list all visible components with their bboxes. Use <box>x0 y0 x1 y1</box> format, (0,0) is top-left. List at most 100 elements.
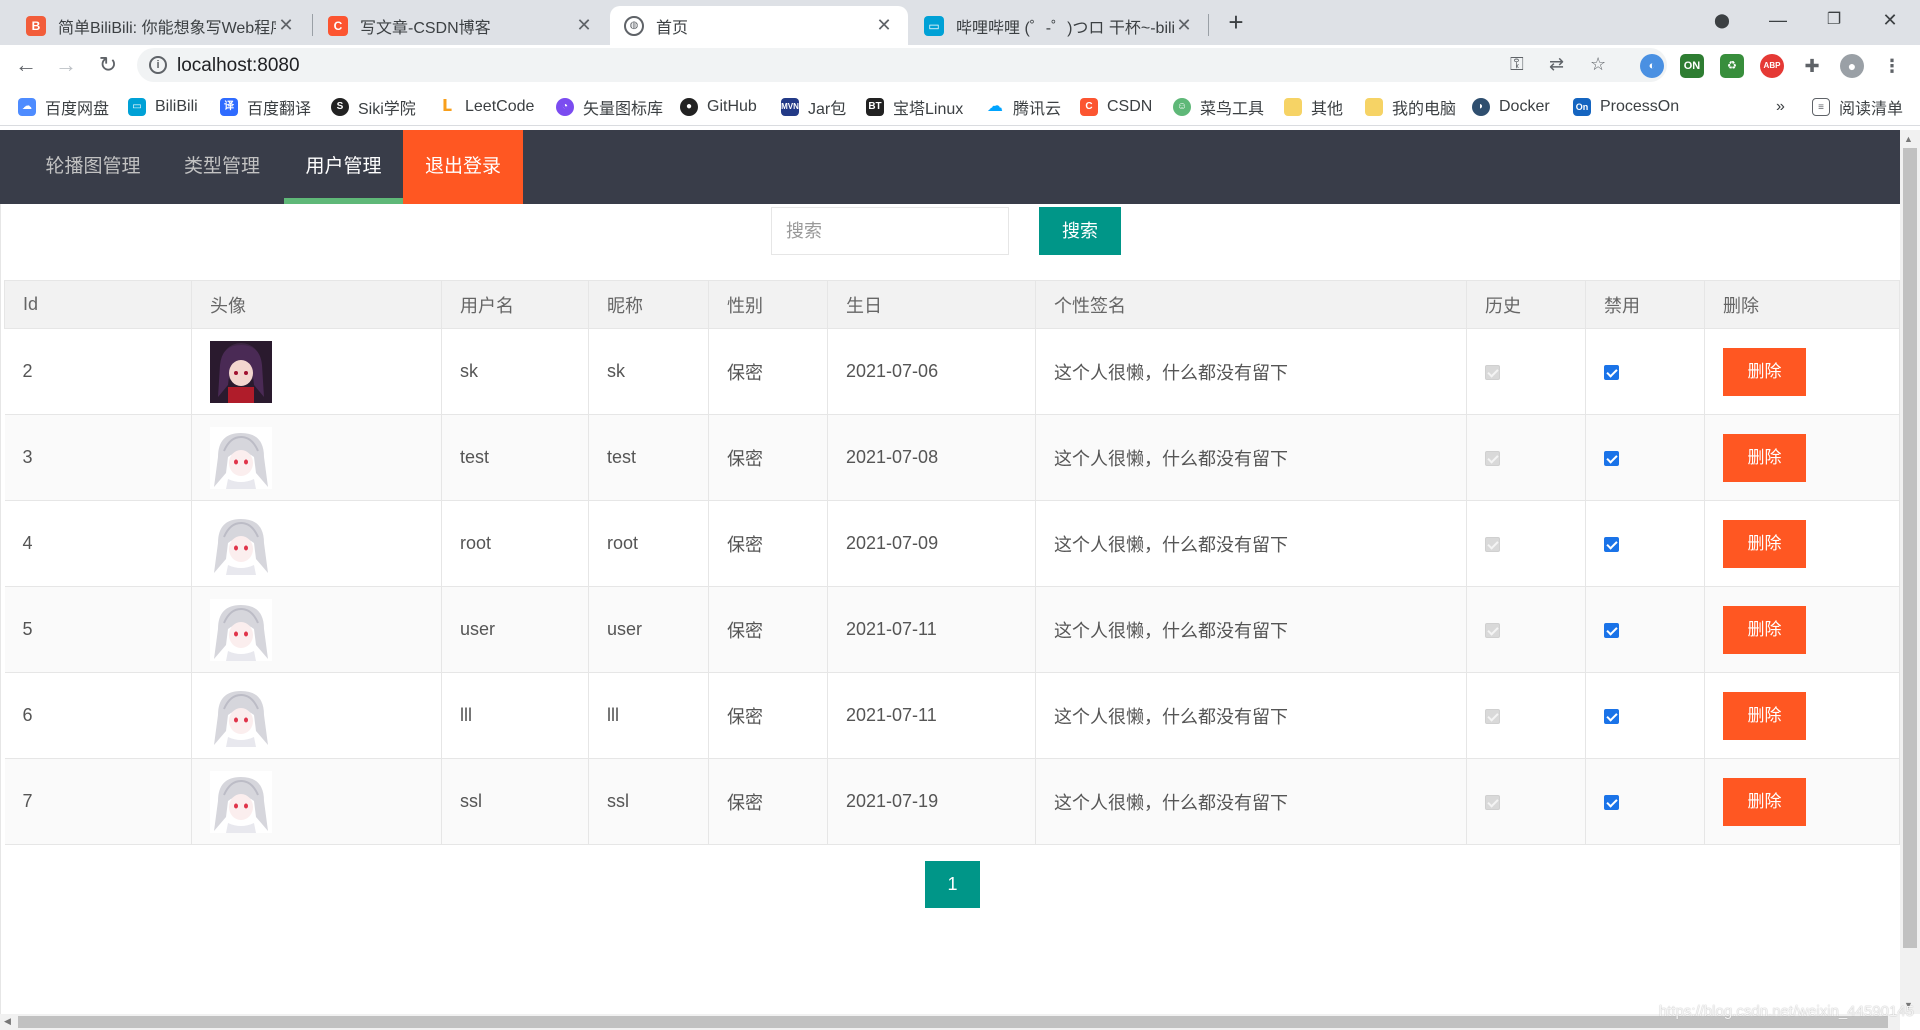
bookmark-label: LeetCode <box>465 98 535 115</box>
scrollbar-thumb[interactable] <box>18 1016 1888 1028</box>
cell-birthday: 2021-07-19 <box>827 758 1036 845</box>
horizontal-scrollbar[interactable]: ◀ <box>0 1014 1900 1030</box>
bilibili-icon: ▭ <box>128 98 146 116</box>
key-icon[interactable]: ⚿ <box>1510 54 1524 75</box>
reload-icon[interactable]: ↻ <box>92 49 124 81</box>
bookmark-label: 其他 <box>1311 101 1344 118</box>
nav-item-users[interactable]: 用户管理 <box>284 130 403 204</box>
url-text[interactable]: localhost:8080 <box>177 55 300 77</box>
bookmark[interactable]: ◔ 矢量图标库 <box>556 96 663 118</box>
restore-icon[interactable]: ❐ <box>1806 0 1862 40</box>
disable-checkbox[interactable] <box>1604 536 1619 552</box>
close-icon[interactable]: ✕ <box>276 15 296 36</box>
scrollbar-thumb[interactable] <box>1903 148 1917 948</box>
close-icon[interactable]: ✕ <box>1174 15 1194 36</box>
reading-list-button[interactable]: ≡ 阅读清单 <box>1812 96 1903 118</box>
forward-icon[interactable]: → <box>50 49 82 81</box>
search-button[interactable]: 搜索 <box>1039 207 1121 255</box>
menu-dots-icon[interactable]: ⋮ <box>1880 54 1904 78</box>
bookmark[interactable]: BT 宝塔Linux <box>866 96 963 118</box>
bookmark[interactable]: MVN Jar包 <box>781 96 846 118</box>
white-hair-avatar[interactable] <box>210 512 272 575</box>
site-info-icon[interactable]: i <box>149 56 167 74</box>
logout-button[interactable]: 退出登录 <box>403 130 523 204</box>
disable-checkbox[interactable] <box>1604 794 1619 810</box>
nav-item-types[interactable]: 类型管理 <box>160 130 284 204</box>
bookmarks-overflow-button[interactable]: » <box>1776 96 1785 118</box>
pagination-page-1[interactable]: 1 <box>925 861 980 908</box>
back-icon[interactable]: ← <box>10 49 42 81</box>
bookmark[interactable]: ☺ 菜鸟工具 <box>1173 96 1264 118</box>
delete-button[interactable]: 删除 <box>1723 605 1806 654</box>
white-hair-avatar[interactable] <box>210 770 272 833</box>
github-icon: ● <box>680 98 698 116</box>
star-icon[interactable]: ☆ <box>1590 54 1606 75</box>
delete-button[interactable]: 删除 <box>1723 691 1806 740</box>
column-header: 昵称 <box>588 280 709 329</box>
new-tab-button[interactable]: + <box>1219 6 1253 40</box>
extension-icon[interactable]: ♻ <box>1720 54 1744 78</box>
tab-separator <box>312 14 313 36</box>
search-input[interactable] <box>771 207 1009 255</box>
cell-delete: 删除 <box>1704 500 1900 587</box>
scroll-up-icon[interactable]: ▲ <box>1904 134 1913 144</box>
bookmark-folder[interactable]: 我的电脑 <box>1365 96 1456 118</box>
bookmark[interactable]: ☁ 百度网盘 <box>18 96 109 118</box>
cell-nickname: sk <box>588 328 709 415</box>
processon-icon: On <box>1573 98 1591 116</box>
white-hair-avatar[interactable] <box>210 684 272 747</box>
cell-gender: 保密 <box>708 414 828 501</box>
table-row: 2 sk sk 保密 2021-07-06 这个人很懒，什么都没有留下 删除 <box>4 328 1900 415</box>
adblock-icon[interactable]: ABP <box>1760 54 1784 78</box>
bookmark[interactable]: ◗ Docker <box>1472 96 1550 118</box>
table-row: 6 lll lll 保密 2021-07-11 这个人很懒，什么都没有留下 删除 <box>4 672 1900 759</box>
delete-button[interactable]: 删除 <box>1723 433 1806 482</box>
browser-tab-active[interactable]: ◍ 首页 ✕ <box>610 6 908 45</box>
browser-toolbar: ← → ↻ i localhost:8080 ⚿ ⇄ ☆ ◐ ON ♻ ABP … <box>0 45 1920 85</box>
delete-button[interactable]: 删除 <box>1723 519 1806 568</box>
translate-icon[interactable]: ⇄ <box>1549 54 1564 75</box>
bookmark-folder[interactable]: 其他 <box>1284 96 1343 118</box>
disable-checkbox[interactable] <box>1604 708 1619 724</box>
close-icon[interactable]: ✕ <box>874 15 894 36</box>
browser-tab[interactable]: C 写文章-CSDN博客 ✕ <box>314 6 608 45</box>
vertical-scrollbar[interactable]: ▲ ▼ <box>1900 130 1920 1014</box>
bookmark-label: Siki学院 <box>358 101 416 118</box>
bookmark[interactable]: ☁ 腾讯云 <box>986 96 1061 118</box>
close-icon[interactable]: ✕ <box>574 15 594 36</box>
bookmark[interactable]: ● GitHub <box>680 96 757 118</box>
puzzle-icon[interactable]: ✚ <box>1800 54 1824 78</box>
bookmark[interactable]: On ProcessOn <box>1573 96 1679 118</box>
delete-button[interactable]: 删除 <box>1723 777 1806 826</box>
cell-avatar <box>191 672 442 759</box>
address-bar[interactable]: i localhost:8080 ⚿ ⇄ ☆ <box>137 48 1667 82</box>
minimize-icon[interactable]: — <box>1750 0 1806 40</box>
bookmark[interactable]: ᒪ LeetCode <box>438 96 534 118</box>
bookmark[interactable]: ▭ BiliBili <box>128 96 198 118</box>
extension-icon[interactable]: ◐ <box>1640 54 1664 78</box>
cell-gender: 保密 <box>708 500 828 587</box>
disable-checkbox[interactable] <box>1604 622 1619 638</box>
tencent-cloud-icon: ☁ <box>986 98 1004 116</box>
delete-button[interactable]: 删除 <box>1723 347 1806 396</box>
nav-item-carousel[interactable]: 轮播图管理 <box>26 130 160 204</box>
disable-checkbox[interactable] <box>1604 450 1619 466</box>
white-hair-avatar[interactable] <box>210 426 272 489</box>
close-window-icon[interactable]: ✕ <box>1862 0 1918 40</box>
bookmark[interactable]: S Siki学院 <box>331 96 416 118</box>
bookmark[interactable]: 译百度翻译 <box>220 96 311 118</box>
scroll-left-icon[interactable]: ◀ <box>4 1016 11 1027</box>
cell-signature: 这个人很懒，什么都没有留下 <box>1035 414 1467 501</box>
browser-tab[interactable]: B 简单BiliBili: 你能想象写Web程序 ✕ <box>12 6 310 45</box>
dark-hair-avatar[interactable] <box>210 340 272 403</box>
disable-checkbox[interactable] <box>1604 364 1619 380</box>
browser-tab[interactable]: ▭ 哔哩哔哩 (゜-゜)つロ 干杯~-bili ✕ <box>910 6 1208 45</box>
cell-history <box>1466 758 1586 845</box>
cell-disabled <box>1585 758 1705 845</box>
bookmark[interactable]: C CSDN <box>1080 96 1152 118</box>
profile-icon[interactable]: ● <box>1840 54 1864 78</box>
bookmark-label: BiliBili <box>155 98 198 115</box>
extension-on-icon[interactable]: ON <box>1680 54 1704 78</box>
white-hair-avatar[interactable] <box>210 598 272 661</box>
tab-search-icon[interactable]: ⬤ <box>1694 0 1750 40</box>
